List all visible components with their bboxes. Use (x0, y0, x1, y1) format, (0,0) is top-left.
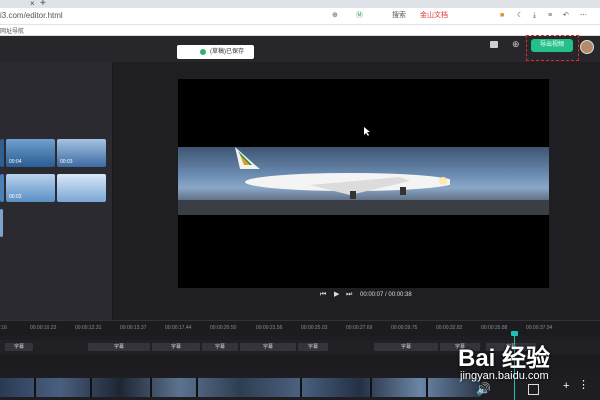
m-extension-icon[interactable]: Ⓜ (356, 11, 363, 20)
media-thumb[interactable] (0, 209, 3, 237)
subtitle-clip[interactable]: 字幕 (5, 343, 33, 351)
clip-divider (150, 378, 152, 397)
playback-time: 00:00:07 / 00:00:38 (360, 292, 412, 298)
editor-topbar (0, 36, 600, 62)
kdocs-button[interactable]: 金山文档 (420, 11, 448, 20)
next-frame-icon[interactable]: ⏭ (346, 290, 352, 299)
watermark-brand: Bai 经验 (458, 345, 551, 372)
watermark-url: jingyan.baidu.com (460, 370, 549, 382)
media-thumb[interactable] (0, 139, 4, 167)
address-bar-row: i3.com/editor.html ⊕ Ⓜ 搜索 金山文档 ■ ☾ ⤓ ≡ ↶… (0, 8, 600, 25)
airplane-image (235, 147, 450, 199)
prev-frame-icon[interactable]: ⏮ (320, 290, 326, 299)
ruler-tick-label: 00:00:32.82 (436, 325, 463, 331)
thumb-duration: 00:03 (60, 159, 73, 165)
clip-divider (300, 378, 302, 397)
moon-icon[interactable]: ☾ (517, 11, 523, 20)
bookmarks-bar: 网址导航 (0, 25, 600, 36)
highlight-box (526, 35, 579, 61)
clip-divider (90, 378, 92, 397)
media-thumb[interactable]: 00:02 (6, 174, 55, 202)
play-icon[interactable]: ▶ (334, 290, 339, 299)
watermark: Bai 经验 jingyan.baidu.com (440, 332, 600, 400)
subtitle-clip[interactable]: 字幕 (298, 343, 328, 351)
clip-divider (196, 378, 198, 397)
ruler-tick-label: 00:00:29.75 (391, 325, 418, 331)
subtitle-clip[interactable]: 字幕 (152, 343, 200, 351)
clip-divider (370, 378, 372, 397)
subtitle-clip[interactable]: 字幕 (88, 343, 150, 351)
ruler-tick-label: 00:00:27.69 (346, 325, 373, 331)
undo-icon[interactable]: ↶ (563, 11, 569, 20)
extension-icon[interactable]: ⊕ (332, 11, 338, 20)
thumb-duration: 00:02 (9, 194, 22, 200)
media-thumb[interactable] (57, 174, 106, 202)
saved-status-icon (200, 49, 206, 55)
more-vertical-icon[interactable]: ⋮ (578, 380, 589, 391)
ruler-tick-label: 00:00:37.94 (526, 325, 553, 331)
browser-tabstrip (0, 0, 600, 8)
ruler-tick-label: 00:00:25.03 (301, 325, 328, 331)
add-icon[interactable]: + (563, 381, 569, 392)
save-icon[interactable] (490, 41, 498, 48)
menu-icon[interactable]: ≡ (548, 11, 552, 20)
mouse-cursor-icon (364, 127, 370, 136)
subtitle-clip[interactable]: 字幕 (202, 343, 238, 351)
video-track-filmstrip[interactable] (0, 378, 480, 397)
ruler-tick-label: 00:00:12.31 (75, 325, 102, 331)
plus-icon[interactable]: ⊕ (512, 39, 520, 49)
media-thumb[interactable] (0, 174, 4, 202)
fullscreen-icon[interactable] (528, 384, 539, 395)
search-button[interactable]: 搜索 (392, 11, 406, 20)
ruler-tick-label: 00:00:35.88 (481, 325, 508, 331)
thumb-duration: 00:04 (9, 159, 22, 165)
media-thumb[interactable]: 00:03 (57, 139, 106, 167)
download-icon[interactable]: ⤓ (533, 11, 536, 20)
bookmark-nav[interactable]: 网址导航 (0, 26, 24, 35)
tab-close-icon[interactable]: × (30, 0, 35, 8)
ruler-tick-label: 00:00:17.44 (165, 325, 192, 331)
new-tab-icon[interactable]: + (40, 0, 46, 9)
avatar[interactable] (580, 40, 594, 54)
ruler-tick-label: 00:00:22.56 (256, 325, 283, 331)
subtitle-clip[interactable]: 字幕 (240, 343, 296, 351)
ruler-tick-label: 00:00:10.23 (30, 325, 57, 331)
clip-divider (426, 378, 428, 397)
ruler-tick-label: :16 (0, 325, 7, 331)
project-title: (草稿)已保存 (210, 49, 244, 55)
media-thumb[interactable]: 00:04 (6, 139, 55, 167)
url-text[interactable]: i3.com/editor.html (0, 11, 63, 20)
ruler-tick-label: 00:00:20.50 (210, 325, 237, 331)
volume-icon[interactable]: 🔊 (476, 383, 491, 395)
clip-divider (34, 378, 36, 397)
ruler-tick-label: 00:00:13.37 (120, 325, 147, 331)
more-icon[interactable]: ⋯ (580, 11, 587, 20)
game-icon[interactable]: ■ (500, 11, 504, 20)
subtitle-clip[interactable]: 字幕 (374, 343, 438, 351)
